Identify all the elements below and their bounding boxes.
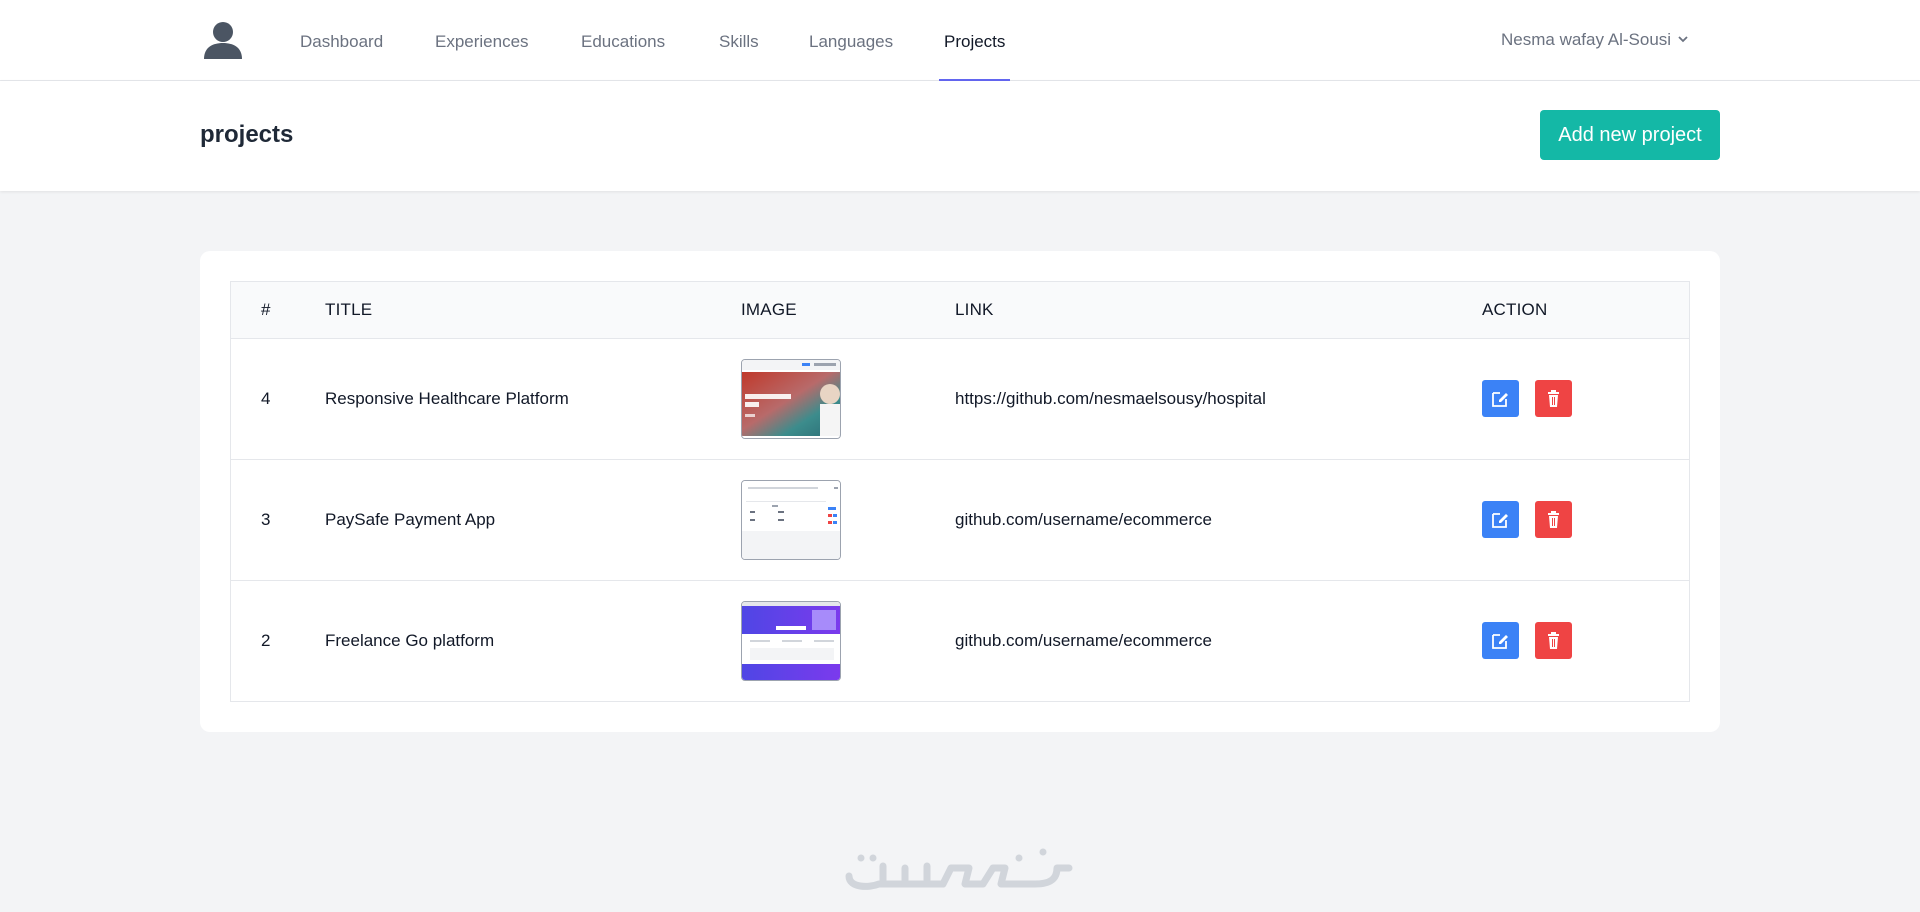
row-actions (1482, 459, 1689, 580)
nav-link-skills[interactable]: Skills (719, 0, 759, 81)
nav-link-projects[interactable]: Projects (938, 0, 1011, 81)
edit-icon (1492, 513, 1508, 528)
healthcare-thumbnail[interactable] (741, 358, 841, 439)
row-link[interactable]: https://github.com/nesmaelsousy/hospital (955, 338, 1482, 459)
delete-button[interactable] (1535, 501, 1572, 538)
column-header-link: LINK (955, 299, 994, 319)
user-avatar-icon[interactable] (203, 21, 243, 59)
edit-button[interactable] (1482, 622, 1519, 660)
row-image-cell (741, 459, 955, 580)
table-header-row: # TITLE IMAGE LINK ACTION (231, 282, 1689, 338)
projects-table: # TITLE IMAGE LINK ACTION 4 Responsive H… (231, 282, 1689, 701)
row-link[interactable]: github.com/username/ecommerce (955, 459, 1482, 580)
user-menu[interactable]: Nesma wafay Al-Sousi (1501, 0, 1689, 81)
edit-button[interactable] (1482, 501, 1519, 538)
row-image-cell (741, 580, 955, 701)
column-header-image: IMAGE (741, 299, 797, 319)
edit-icon (1492, 634, 1508, 650)
trash-icon (1548, 511, 1559, 528)
nav-link-educations[interactable]: Educations (581, 0, 665, 81)
nav-link-experiences[interactable]: Experiences (435, 0, 529, 81)
row-title: Freelance Go platform (325, 630, 495, 650)
projects-table-wrapper: # TITLE IMAGE LINK ACTION 4 Responsive H… (230, 281, 1690, 702)
table-row: 3 PaySafe Payment App github.com/usernam… (231, 459, 1689, 580)
table-body: 4 Responsive Healthcare Platform https:/… (231, 338, 1689, 701)
column-header-number: # (261, 299, 271, 319)
paysafe-thumbnail[interactable] (741, 479, 841, 560)
khamsat-watermark-logo (845, 848, 1073, 890)
table-row: 2 Freelance Go platform github.com/usern… (231, 580, 1689, 701)
table-header: # TITLE IMAGE LINK ACTION (231, 282, 1689, 338)
freelance-thumbnail[interactable] (741, 600, 841, 681)
table-row: 4 Responsive Healthcare Platform https:/… (231, 338, 1689, 459)
delete-button[interactable] (1535, 622, 1572, 660)
edit-icon (1492, 392, 1508, 407)
edit-button[interactable] (1482, 380, 1519, 417)
row-image-cell (741, 338, 955, 459)
row-id: 3 (261, 509, 271, 529)
trash-icon (1548, 390, 1559, 407)
row-id: 4 (261, 388, 271, 408)
row-title: PaySafe Payment App (325, 509, 496, 529)
page-title: projects (200, 121, 294, 148)
row-id: 2 (261, 630, 271, 650)
user-name: Nesma wafay Al-Sousi (1501, 30, 1672, 49)
column-header-action: ACTION (1482, 299, 1548, 319)
chevron-down-icon (1678, 35, 1688, 42)
row-actions (1482, 338, 1689, 459)
projects-card: # TITLE IMAGE LINK ACTION 4 Responsive H… (200, 251, 1720, 732)
nav-link-languages[interactable]: Languages (809, 0, 893, 81)
delete-button[interactable] (1535, 380, 1572, 417)
column-header-title: TITLE (325, 299, 373, 319)
row-link[interactable]: github.com/username/ecommerce (955, 580, 1482, 701)
page-header: projects Add new project (0, 81, 1920, 191)
nav-link-dashboard[interactable]: Dashboard (300, 0, 383, 81)
row-title: Responsive Healthcare Platform (325, 388, 569, 408)
trash-icon (1548, 632, 1559, 650)
add-new-project-button[interactable]: Add new project (1540, 110, 1720, 160)
top-navbar: Dashboard Experiences Educations Skills … (0, 0, 1920, 81)
row-actions (1482, 580, 1689, 701)
